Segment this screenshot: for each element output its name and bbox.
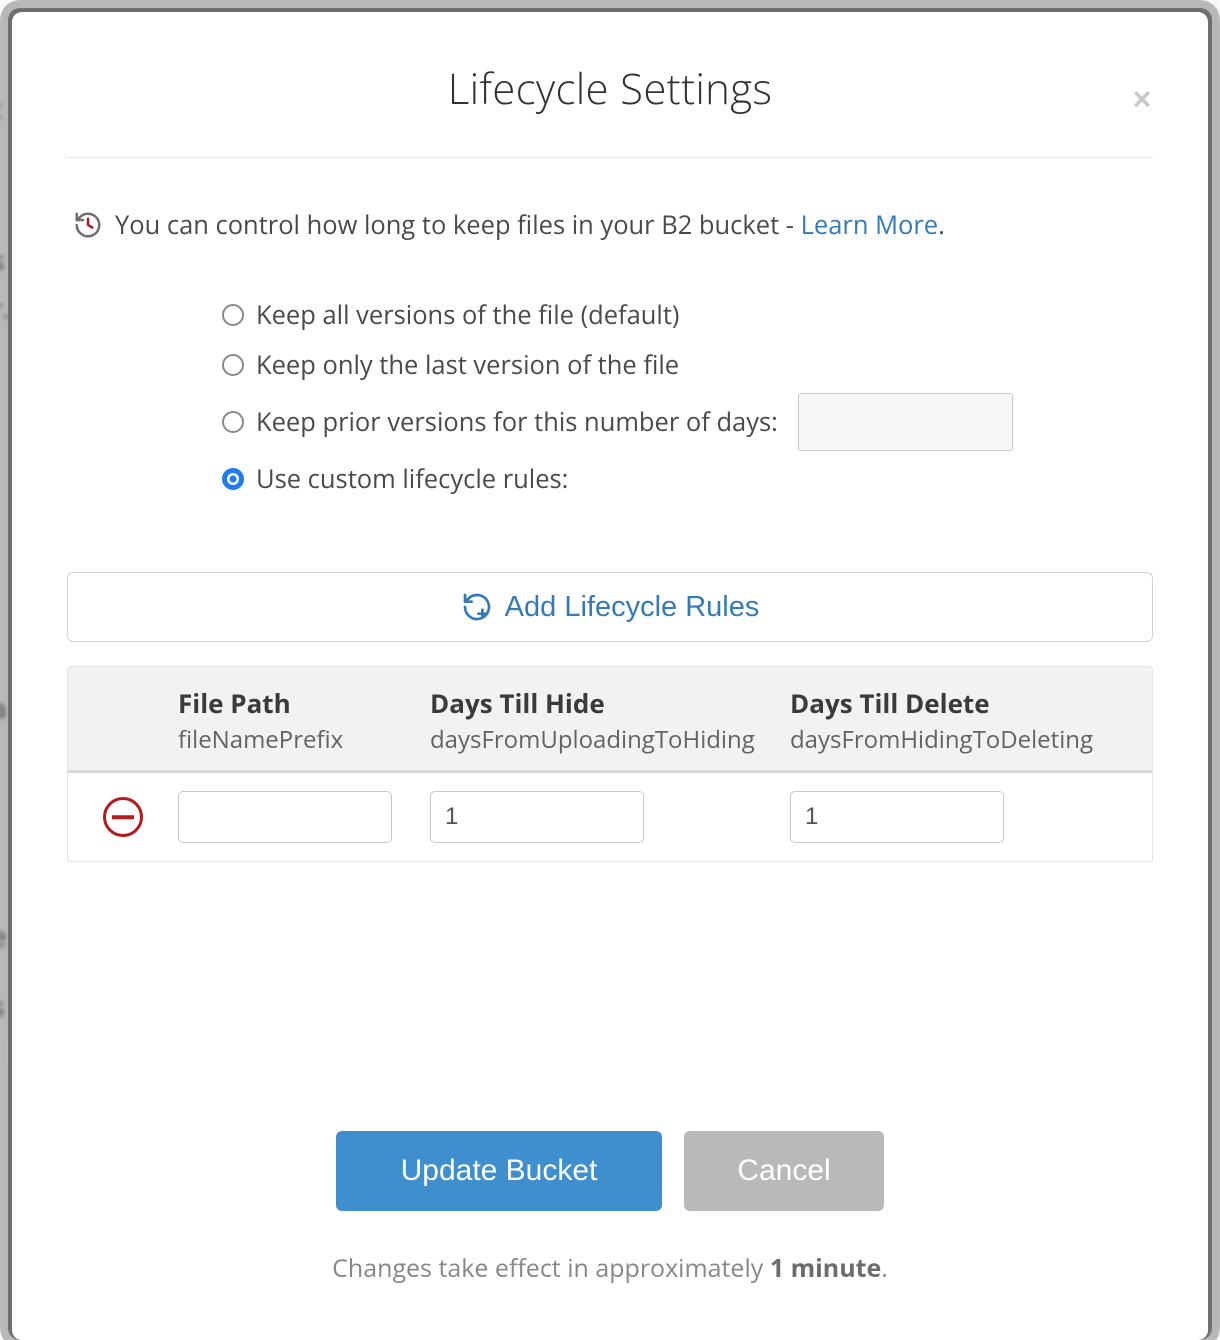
radio-icon	[222, 354, 244, 376]
option-label: Use custom lifecycle rules:	[256, 462, 568, 496]
modal-title: Lifecycle Settings	[67, 60, 1153, 117]
lifecycle-settings-modal: Lifecycle Settings × You can control how…	[12, 12, 1208, 1340]
table-header: File Path fileNamePrefix Days Till Hide …	[68, 667, 1152, 773]
col-file-path: File Path fileNamePrefix	[178, 685, 430, 756]
lifecycle-rules-table: File Path fileNamePrefix Days Till Hide …	[67, 666, 1153, 862]
prior-days-input[interactable]	[798, 393, 1013, 451]
close-icon: ×	[1133, 81, 1152, 117]
cancel-button[interactable]: Cancel	[684, 1131, 884, 1211]
modal-header: Lifecycle Settings ×	[67, 12, 1153, 158]
description-text: You can control how long to keep files i…	[115, 208, 945, 242]
update-bucket-button[interactable]: Update Bucket	[336, 1131, 662, 1211]
learn-more-link[interactable]: Learn More	[801, 208, 939, 242]
days-till-hide-input[interactable]	[430, 791, 644, 843]
lifecycle-option-group: Keep all versions of the file (default) …	[67, 290, 1153, 504]
col-days-delete: Days Till Delete daysFromHidingToDeletin…	[790, 685, 1152, 756]
radio-icon	[222, 411, 244, 433]
file-path-input[interactable]	[178, 791, 392, 843]
modal-footer: Update Bucket Cancel Changes take effect…	[67, 1107, 1153, 1285]
option-keep-last[interactable]: Keep only the last version of the file	[222, 340, 1153, 390]
col-days-hide: Days Till Hide daysFromUploadingToHiding	[430, 685, 790, 756]
option-keep-all[interactable]: Keep all versions of the file (default)	[222, 290, 1153, 340]
option-label: Keep all versions of the file (default)	[256, 298, 679, 332]
close-button[interactable]: ×	[1125, 82, 1159, 116]
radio-icon	[222, 468, 244, 490]
remove-rule-button[interactable]	[103, 797, 143, 837]
table-row	[68, 773, 1152, 861]
option-label: Keep only the last version of the file	[256, 348, 679, 382]
radio-icon	[222, 304, 244, 326]
option-keep-prior-days[interactable]: Keep prior versions for this number of d…	[222, 390, 1153, 454]
option-use-custom[interactable]: Use custom lifecycle rules:	[222, 454, 1153, 504]
modal-body: You can control how long to keep files i…	[67, 158, 1153, 1107]
option-label: Keep prior versions for this number of d…	[256, 405, 778, 439]
add-lifecycle-rules-button[interactable]: Add Lifecycle Rules	[67, 572, 1153, 642]
days-till-delete-input[interactable]	[790, 791, 1004, 843]
history-add-icon	[461, 591, 493, 623]
description-row: You can control how long to keep files i…	[67, 208, 1153, 242]
add-lifecycle-rules-label: Add Lifecycle Rules	[505, 591, 760, 624]
footer-note: Changes take effect in approximately 1 m…	[67, 1251, 1153, 1285]
history-icon	[73, 210, 103, 240]
